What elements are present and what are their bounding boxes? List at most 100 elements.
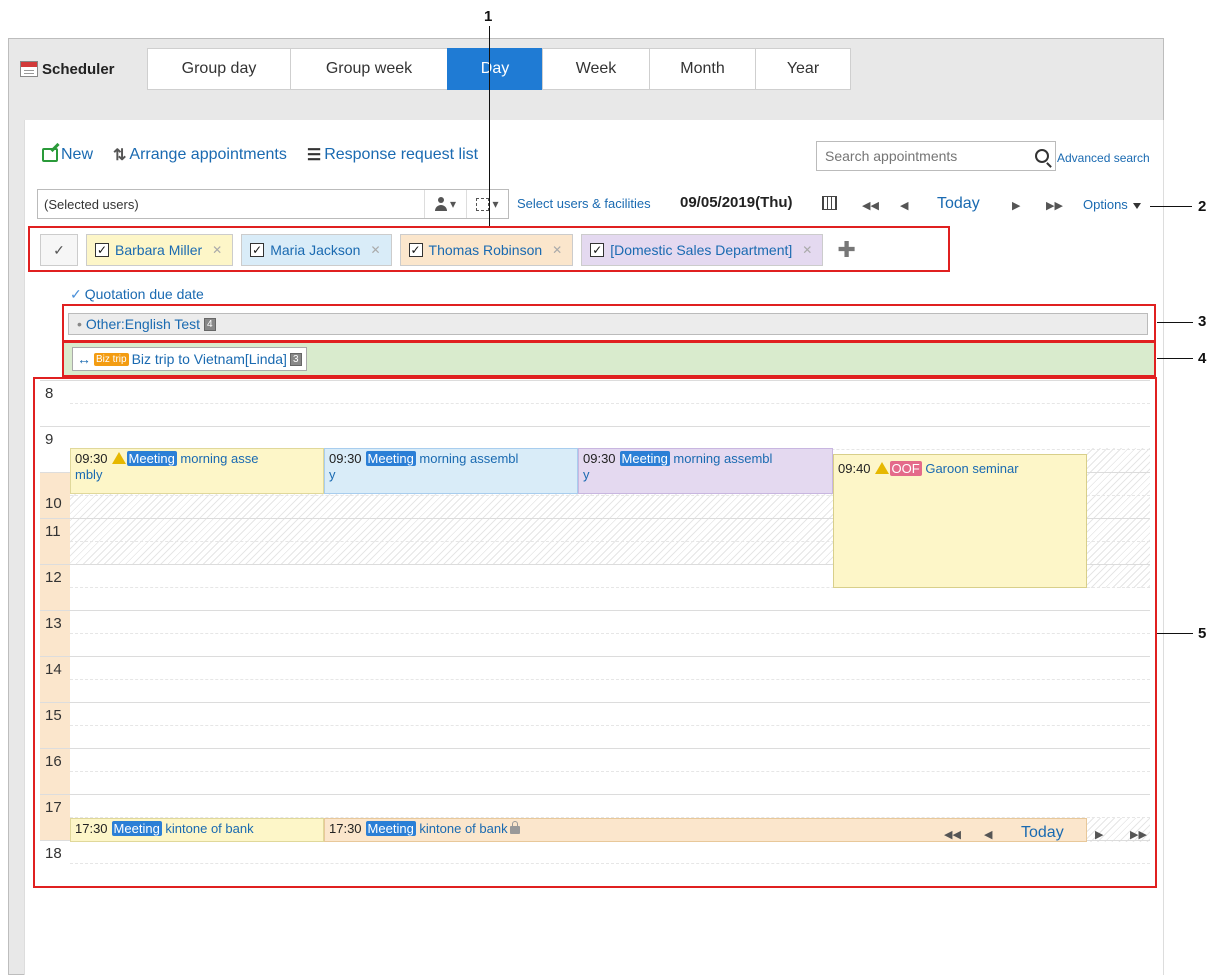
hour-label: 15 xyxy=(40,702,70,748)
event-time: 09:30 xyxy=(583,451,616,466)
event-title: Garoon seminar xyxy=(925,461,1019,476)
prev-nav-button[interactable]: ◀ xyxy=(984,828,992,841)
calendar-event[interactable]: 17:30 Meeting kintone of bank xyxy=(324,818,1087,842)
hour-label: 18 xyxy=(40,840,70,886)
hour-label: 12 xyxy=(40,564,70,610)
member-chip[interactable]: ✓ [Domestic Sales Department] ✕ xyxy=(581,234,824,266)
hour-label: 9 xyxy=(40,426,70,472)
member-chip-label: Maria Jackson xyxy=(270,242,361,258)
tab-year[interactable]: Year xyxy=(755,48,851,90)
callout-label-2: 2 xyxy=(1198,198,1207,215)
search-input[interactable] xyxy=(823,147,1035,165)
hour-label: 17 xyxy=(40,794,70,840)
advanced-search-link[interactable]: Advanced search xyxy=(1057,151,1150,165)
facility-picker-button[interactable]: ▾ xyxy=(466,190,508,218)
close-icon[interactable]: ✕ xyxy=(552,243,562,257)
count-badge: 3 xyxy=(289,352,302,366)
add-member-button[interactable]: ✚ xyxy=(837,237,855,263)
view-tabs: Group day Group week Day Week Month Year xyxy=(147,48,851,90)
member-chip[interactable]: ✓ Barbara Miller ✕ xyxy=(86,234,234,266)
callout-label-4: 4 xyxy=(1198,350,1207,367)
event-time: 17:30 xyxy=(75,821,108,836)
next-nav-button[interactable]: ▶ xyxy=(1095,828,1103,841)
first-nav-button[interactable]: ◀◀ xyxy=(944,828,961,841)
next-nav-button[interactable]: ▶ xyxy=(1012,199,1020,212)
calendar-event[interactable]: 09:30 Meeting morning asse mbly xyxy=(70,448,324,494)
callout-label-3: 3 xyxy=(1198,313,1207,330)
hour-label: 13 xyxy=(40,610,70,656)
day-timeline[interactable]: 09:30 Meeting morning asse mbly 09:30 Meet… xyxy=(70,380,1150,884)
hour-label: 8 xyxy=(40,380,70,426)
half-hour-line xyxy=(70,771,1150,772)
callout-line-1 xyxy=(489,26,490,226)
last-nav-button[interactable]: ▶▶ xyxy=(1130,828,1147,841)
prev-nav-button[interactable]: ◀ xyxy=(900,199,908,212)
today-button[interactable]: Today xyxy=(1021,824,1064,842)
checkbox-icon[interactable]: ✓ xyxy=(590,243,605,257)
event-title-wrap: y xyxy=(583,467,590,482)
event-title: morning assembl xyxy=(673,451,773,466)
tab-group-day[interactable]: Group day xyxy=(147,48,290,90)
new-button[interactable]: New xyxy=(42,146,93,164)
english-test-event[interactable]: • Other:English Test 4 xyxy=(68,313,1148,335)
close-icon[interactable]: ✕ xyxy=(370,243,380,257)
close-icon[interactable]: ✕ xyxy=(212,243,222,257)
biz-trip-row: ↔ Biz trip Biz trip to Vietnam[Linda] 3 xyxy=(64,343,1154,376)
member-chip-label: [Domestic Sales Department] xyxy=(610,242,793,258)
event-time: 17:30 xyxy=(329,821,362,836)
user-picker-button[interactable]: ▾ xyxy=(424,190,466,218)
hour-line xyxy=(70,748,1150,749)
event-title-wrap: mbly xyxy=(75,467,103,482)
first-nav-button[interactable]: ◀◀ xyxy=(862,199,879,212)
last-nav-button[interactable]: ▶▶ xyxy=(1046,199,1063,212)
current-date: 09/05/2019(Thu) xyxy=(680,194,793,211)
calendar-event[interactable]: 09:30 Meeting morning assembl y xyxy=(578,448,833,494)
person-icon xyxy=(434,197,447,211)
tab-week[interactable]: Week xyxy=(542,48,649,90)
facility-icon xyxy=(476,197,490,211)
app-title-label: Scheduler xyxy=(42,60,115,78)
event-tag: Meeting xyxy=(126,451,177,466)
calendar-event[interactable]: 09:40 OOF Garoon seminar xyxy=(833,454,1087,588)
hour-label: 10 xyxy=(40,472,70,518)
list-icon: ☰ xyxy=(306,147,322,164)
member-chip[interactable]: ✓ Maria Jackson ✕ xyxy=(241,234,392,266)
tab-day[interactable]: Day xyxy=(447,48,542,90)
hour-label: 16 xyxy=(40,748,70,794)
quotation-due-row[interactable]: ✓ Quotation due date xyxy=(64,283,1154,305)
event-time: 09:30 xyxy=(75,451,108,466)
warning-icon xyxy=(111,452,126,464)
half-hour-line xyxy=(70,863,1150,864)
biz-trip-event[interactable]: ↔ Biz trip Biz trip to Vietnam[Linda] 3 xyxy=(72,347,307,371)
event-time: 09:40 xyxy=(838,461,871,476)
callout-line-5 xyxy=(1157,633,1193,634)
tab-month[interactable]: Month xyxy=(649,48,755,90)
close-icon[interactable]: ✕ xyxy=(802,243,812,257)
calendar-picker-icon[interactable] xyxy=(822,196,837,210)
callout-label-5: 5 xyxy=(1198,625,1207,642)
checkbox-icon[interactable]: ✓ xyxy=(250,243,265,257)
response-label: Response request list xyxy=(324,146,479,163)
select-all-toggle[interactable]: ✓ xyxy=(40,234,78,266)
select-users-facilities-link[interactable]: Select users & facilities xyxy=(517,196,651,211)
search-icon[interactable] xyxy=(1035,149,1049,163)
calendar-event[interactable]: 17:30 Meeting kintone of bank xyxy=(70,818,324,842)
hours-column: 8 9 10 11 12 13 14 15 16 17 18 xyxy=(40,380,70,884)
tab-group-week[interactable]: Group week xyxy=(290,48,447,90)
options-dropdown[interactable]: Options xyxy=(1083,197,1141,212)
calendar-event[interactable]: 09:30 Meeting morning assembl y xyxy=(324,448,578,494)
selected-users-field[interactable] xyxy=(38,195,424,213)
arrange-appointments-button[interactable]: ⇅ Arrange appointments xyxy=(113,145,287,165)
toolbar: New ⇅ Arrange appointments ☰ Response re… xyxy=(42,145,478,165)
event-time: 09:30 xyxy=(329,451,362,466)
new-pen-icon xyxy=(42,148,58,162)
member-chip[interactable]: ✓ Thomas Robinson ✕ xyxy=(399,234,574,266)
event-title: kintone of bank xyxy=(165,821,254,836)
response-request-list-button[interactable]: ☰ Response request list xyxy=(307,145,478,165)
bullet-icon: • xyxy=(77,316,82,332)
member-chip-label: Barbara Miller xyxy=(115,242,203,258)
checkbox-icon[interactable]: ✓ xyxy=(408,243,423,257)
scheduler-icon xyxy=(20,61,38,77)
checkbox-icon[interactable]: ✓ xyxy=(95,243,109,257)
today-button[interactable]: Today xyxy=(937,195,980,213)
